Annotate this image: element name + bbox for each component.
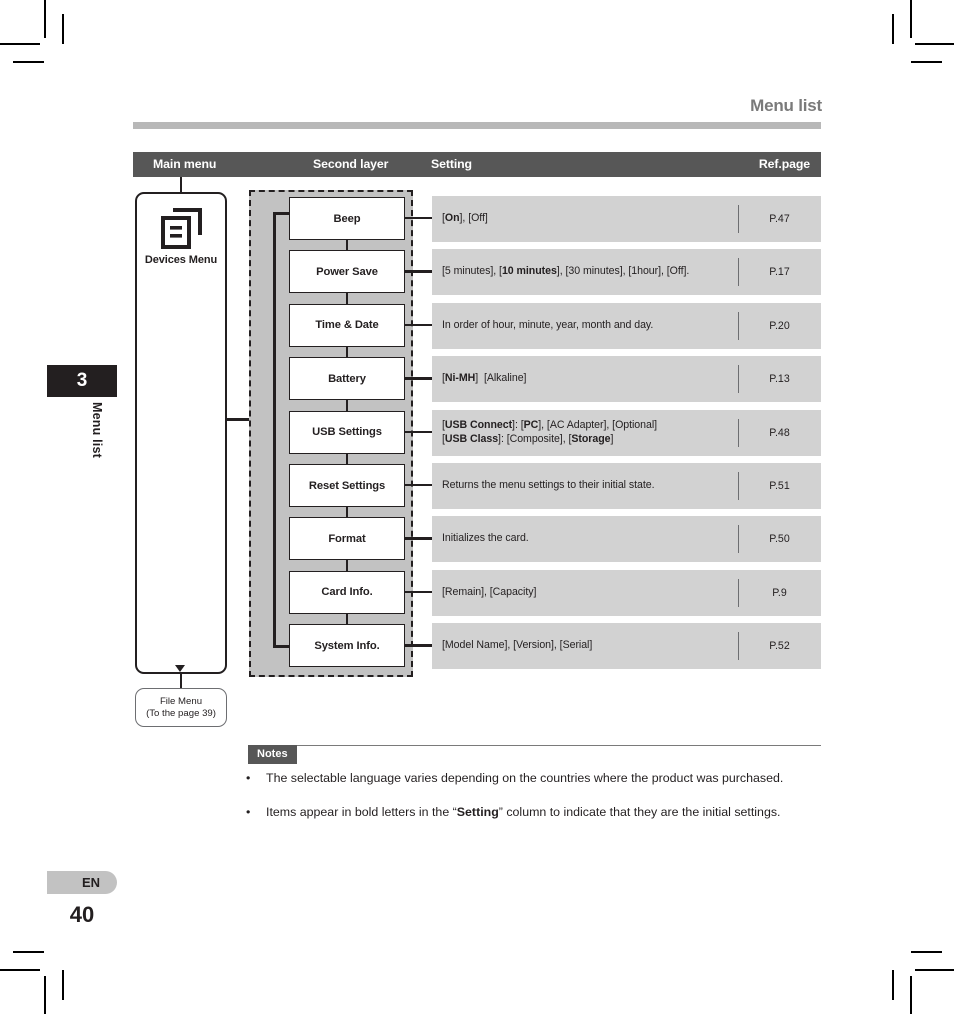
setting-row: Initializes the card. P.50 — [432, 516, 821, 563]
ref-page-value: P.51 — [769, 480, 790, 492]
second-layer-item[interactable]: Time & Date — [289, 303, 405, 347]
setting-value: [USB Connect]: [PC], [AC Adapter], [Opti… — [442, 418, 658, 445]
second-layer-item[interactable]: USB Settings — [289, 410, 405, 454]
second-layer-item[interactable]: Battery — [289, 357, 405, 401]
menu-box-link — [346, 506, 348, 518]
crop-mark-tl-h2 — [13, 61, 44, 63]
ref-page-value: P.50 — [769, 533, 790, 546]
chapter-number-tab: 3 — [47, 365, 117, 397]
ref-page-value: P.9 — [772, 586, 787, 599]
setting-value: In order of hour, minute, year, month an… — [442, 318, 654, 331]
crop-mark-tr-h2 — [911, 61, 942, 63]
ref-page-value: P.17 — [769, 266, 790, 279]
ref-page-value: P.52 — [769, 640, 790, 653]
setting-row: [On], [Off] P.47 — [432, 196, 821, 242]
menu-box-link — [346, 399, 348, 411]
note-item: • Items appear in bold letters in the “S… — [246, 805, 826, 821]
note-bullet-icon: • — [246, 805, 251, 819]
ref-page-value: P.13 — [769, 373, 790, 386]
crop-mark-tl-v — [44, 0, 46, 38]
menu-box-link — [346, 453, 348, 464]
ref-page-value: P.47 — [769, 213, 790, 225]
row-connector — [405, 537, 432, 540]
crop-mark-bl-v — [44, 976, 46, 1014]
setting-value: [On], [Off] — [442, 212, 488, 225]
menu-box-link — [346, 346, 348, 358]
setting-row: [Model Name], [Version], [Serial] P.52 — [432, 623, 821, 670]
crop-mark-bl-v2 — [62, 970, 64, 1000]
row-connector — [405, 217, 432, 220]
notes-badge: Notes — [248, 745, 297, 764]
row-connector — [405, 377, 432, 380]
crop-mark-tr-v — [910, 0, 912, 38]
ref-page-value: P.20 — [769, 319, 790, 332]
chapter-side-label: Menu list — [90, 402, 104, 458]
menu-box-link — [346, 292, 348, 304]
file-menu-subtitle: (To the page 39) — [146, 707, 216, 719]
file-menu-stem — [180, 672, 183, 688]
column-header-setting: Setting — [431, 157, 472, 171]
second-layer-item[interactable]: Format — [289, 517, 405, 561]
documents-stack-icon — [161, 208, 202, 249]
note-text: The selectable language varies depending… — [266, 771, 784, 785]
language-badge: EN — [47, 871, 117, 894]
crop-mark-br-v2 — [892, 970, 894, 1000]
crop-mark-tr-h — [915, 43, 954, 45]
crop-mark-br-h — [915, 969, 954, 971]
crop-mark-tl-v2 — [62, 14, 64, 44]
setting-value: [Model Name], [Version], [Serial] — [442, 639, 593, 652]
menu-box-link — [346, 559, 348, 571]
table-header-bar: Main menu Second layer Setting Ref.page — [133, 152, 821, 177]
second-layer-item[interactable]: Power Save — [289, 250, 405, 294]
menu-box-link — [346, 613, 348, 625]
column-header-ref-page: Ref.page — [758, 157, 810, 171]
crop-mark-bl-h — [0, 969, 40, 971]
file-menu-arrow-icon — [175, 665, 185, 672]
row-connector — [405, 590, 432, 594]
main-menu-devices-box[interactable]: Devices Menu — [135, 192, 227, 674]
menu-box-link — [346, 239, 348, 251]
note-text: Items appear in bold letters in the “Set… — [266, 805, 781, 819]
column-header-second-layer: Second layer — [313, 157, 389, 171]
title-rule — [133, 122, 821, 129]
main-menu-devices-label: Devices Menu — [144, 254, 218, 266]
setting-value: [5 minutes], [10 minutes], [30 minutes],… — [442, 265, 690, 278]
setting-row: In order of hour, minute, year, month an… — [432, 302, 821, 349]
setting-row: [Ni-MH] [Alkaline] P.13 — [432, 356, 821, 403]
note-item: • The selectable language varies dependi… — [246, 771, 826, 787]
second-layer-item[interactable]: Card Info. — [289, 570, 405, 614]
setting-value: [Ni-MH] [Alkaline] — [442, 372, 527, 385]
crop-mark-tl-h — [0, 43, 40, 45]
row-connector — [405, 644, 432, 647]
crop-mark-br-v — [910, 976, 912, 1014]
file-menu-box[interactable]: File Menu (To the page 39) — [135, 688, 227, 727]
setting-row: [USB Connect]: [PC], [AC Adapter], [Opti… — [432, 409, 821, 456]
note-bullet-icon: • — [246, 771, 251, 785]
setting-value: Returns the menu settings to their initi… — [442, 479, 655, 492]
second-layer-item[interactable]: System Info. — [289, 624, 405, 668]
row-connector — [405, 484, 432, 487]
row-connector — [405, 323, 432, 327]
row-connector — [405, 270, 432, 273]
setting-value: [Remain], [Capacity] — [442, 585, 537, 598]
second-layer-item[interactable]: Reset Settings — [289, 464, 405, 507]
file-menu-title: File Menu — [159, 695, 203, 707]
page-title: Menu list — [750, 96, 822, 115]
setting-row: [5 minutes], [10 minutes], [30 minutes],… — [432, 249, 821, 296]
crop-mark-bl-h2 — [13, 951, 44, 953]
setting-row: [Remain], [Capacity] P.9 — [432, 569, 821, 616]
second-layer-bracket — [273, 212, 276, 647]
row-connector — [405, 430, 432, 433]
crop-mark-br-h2 — [911, 951, 942, 953]
second-layer-item[interactable]: Beep — [289, 197, 405, 240]
column-header-main-menu: Main menu — [153, 157, 217, 171]
setting-value: Initializes the card. — [442, 532, 529, 545]
ref-page-value: P.48 — [769, 426, 790, 439]
page-number: 40 — [69, 902, 95, 927]
crop-mark-tr-v2 — [892, 14, 894, 44]
setting-row: Returns the menu settings to their initi… — [432, 463, 821, 509]
main-menu-stem — [180, 177, 183, 193]
notes-divider — [248, 745, 821, 747]
